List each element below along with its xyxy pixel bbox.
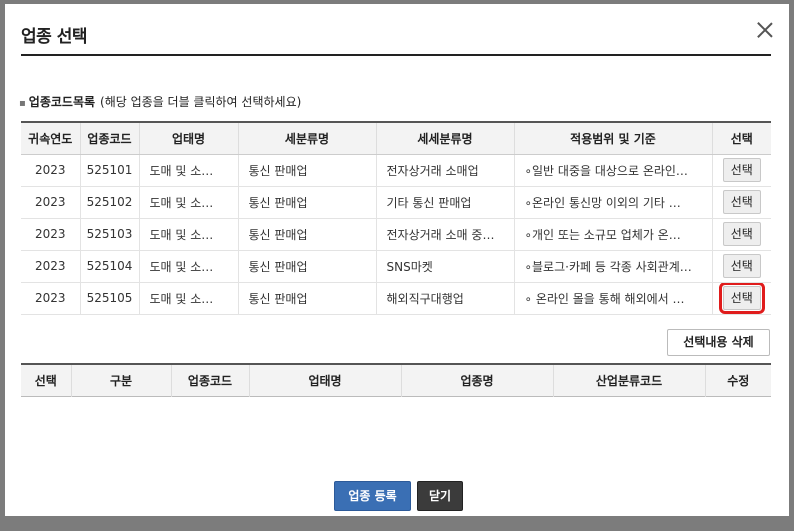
- cell-year: 2023: [21, 250, 81, 283]
- cell-scope: ∘온라인 통신망 이외의 기타 …: [514, 186, 713, 219]
- selected-industry-table: 선택 구분 업종코드 업태명 업종명 산업분류코드 수정: [21, 363, 771, 397]
- bullet-icon: ▪: [19, 98, 26, 109]
- table-header-row: 귀속연도 업종코드 업태명 세분류명 세세분류명 적용범위 및 기준 선택: [21, 122, 771, 155]
- industry-code-table: 귀속연도 업종코드 업태명 세분류명 세세분류명 적용범위 및 기준 선택 20…: [21, 121, 771, 315]
- cell-detail-category: 전자상거래 소매업: [376, 154, 515, 187]
- cell-year: 2023: [21, 218, 81, 251]
- cell-subcategory: 통신 판매업: [238, 218, 377, 251]
- select-button[interactable]: 선택: [722, 190, 761, 214]
- cell-detail-category: 기타 통신 판매업: [376, 186, 515, 219]
- industry-select-dialog: 업종 선택 ▪ 업종코드목록 (해당 업종을 더블 클릭하여 선택하세요) 귀속연도…: [5, 4, 789, 516]
- cell-select: 선택: [712, 186, 771, 219]
- cell-business-type: 도매 및 소…: [139, 154, 239, 187]
- cell-detail-category: 해외직구대행업: [376, 282, 515, 315]
- table-row[interactable]: 2023 525103 도매 및 소… 통신 판매업 전자상거래 소매 중… ∘…: [21, 218, 771, 251]
- cell-select: 선택: [712, 218, 771, 251]
- header-industry-class-code: 산업분류코드: [553, 364, 706, 396]
- header-select: 선택: [21, 364, 72, 396]
- cell-code: 525105: [80, 282, 140, 315]
- cell-select: 선택: [712, 250, 771, 283]
- cell-subcategory: 통신 판매업: [238, 282, 377, 315]
- cell-business-type: 도매 및 소…: [139, 186, 239, 219]
- cell-code: 525102: [80, 186, 140, 219]
- cell-business-type: 도매 및 소…: [139, 250, 239, 283]
- cell-year: 2023: [21, 186, 81, 219]
- cell-detail-category: 전자상거래 소매 중…: [376, 218, 515, 251]
- title-divider: [21, 54, 771, 56]
- cell-select: 선택: [712, 154, 771, 187]
- cell-scope: ∘개인 또는 소규모 업체가 온…: [514, 218, 713, 251]
- header-code: 업종코드: [80, 122, 140, 155]
- cell-subcategory: 통신 판매업: [238, 186, 377, 219]
- header-scope: 적용범위 및 기준: [514, 122, 713, 155]
- cell-select: 선택: [712, 282, 771, 315]
- cell-year: 2023: [21, 282, 81, 315]
- cell-business-type: 도매 및 소…: [139, 282, 239, 315]
- cell-detail-category: SNS마켓: [376, 250, 515, 283]
- select-button[interactable]: 선택: [722, 158, 761, 182]
- header-code: 업종코드: [171, 364, 250, 396]
- cell-business-type: 도매 및 소…: [139, 218, 239, 251]
- table-row[interactable]: 2023 525104 도매 및 소… 통신 판매업 SNS마켓 ∘블로그·카페…: [21, 250, 771, 283]
- select-button[interactable]: 선택: [722, 254, 761, 278]
- header-business-type: 업태명: [249, 364, 402, 396]
- close-button[interactable]: 닫기: [417, 481, 463, 511]
- select-button-highlighted[interactable]: 선택: [718, 282, 765, 313]
- delete-selection-button[interactable]: 선택내용 삭제: [667, 329, 770, 356]
- select-button[interactable]: 선택: [722, 222, 761, 246]
- cell-scope: ∘블로그·카페 등 각종 사회관계…: [514, 250, 713, 283]
- dialog-title: 업종 선택: [21, 27, 87, 47]
- section-title: 업종코드목록: [28, 95, 96, 109]
- header-subcategory: 세분류명: [238, 122, 377, 155]
- header-category: 구분: [71, 364, 172, 396]
- header-select: 선택: [712, 122, 771, 155]
- header-business-type: 업태명: [139, 122, 239, 155]
- cell-code: 525101: [80, 154, 140, 187]
- cell-year: 2023: [21, 154, 81, 187]
- table-row[interactable]: 2023 525102 도매 및 소… 통신 판매업 기타 통신 판매업 ∘온라…: [21, 186, 771, 219]
- cell-code: 525104: [80, 250, 140, 283]
- header-edit: 수정: [705, 364, 771, 396]
- cell-subcategory: 통신 판매업: [238, 250, 377, 283]
- cell-code: 525103: [80, 218, 140, 251]
- section-hint: (해당 업종을 더블 클릭하여 선택하세요): [100, 95, 302, 109]
- cell-subcategory: 통신 판매업: [238, 154, 377, 187]
- header-industry-name: 업종명: [401, 364, 554, 396]
- cell-scope: ∘일반 대중을 대상으로 온라인…: [514, 154, 713, 187]
- table-header-row: 선택 구분 업종코드 업태명 업종명 산업분류코드 수정: [21, 364, 771, 396]
- table-row[interactable]: 2023 525101 도매 및 소… 통신 판매업 전자상거래 소매업 ∘일반…: [21, 154, 771, 187]
- header-year: 귀속연도: [21, 122, 81, 155]
- cell-scope: ∘ 온라인 몰을 통해 해외에서 …: [514, 282, 713, 315]
- table-row[interactable]: 2023 525105 도매 및 소… 통신 판매업 해외직구대행업 ∘ 온라인…: [21, 282, 771, 315]
- section-heading: ▪ 업종코드목록 (해당 업종을 더블 클릭하여 선택하세요): [19, 93, 301, 110]
- header-detail-category: 세세분류명: [376, 122, 515, 155]
- close-icon[interactable]: [757, 22, 773, 38]
- register-industry-button[interactable]: 업종 등록: [334, 481, 411, 511]
